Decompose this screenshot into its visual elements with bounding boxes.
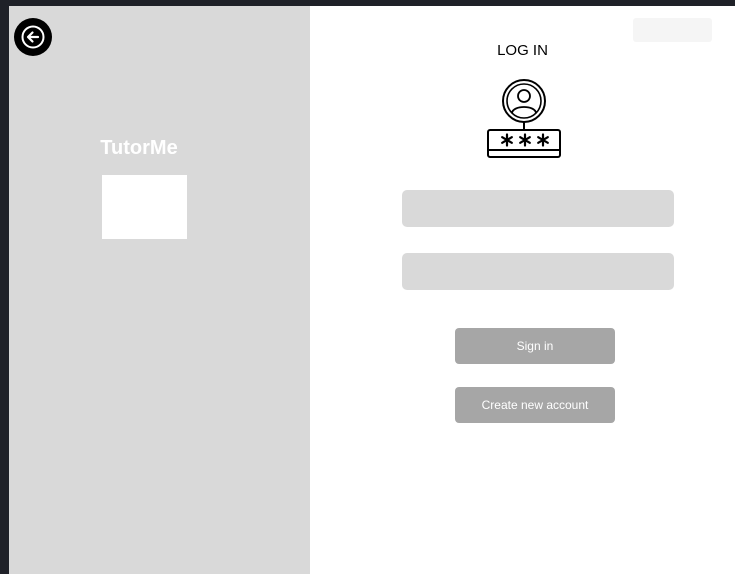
- sign-in-button[interactable]: Sign in: [455, 328, 615, 364]
- top-right-placeholder: [633, 18, 712, 42]
- password-field[interactable]: [402, 253, 674, 290]
- arrow-left-icon: [21, 25, 45, 49]
- user-password-icon: [487, 79, 561, 158]
- create-account-button[interactable]: Create new account: [455, 387, 615, 423]
- back-button[interactable]: [14, 18, 52, 56]
- page-title: LOG IN: [497, 42, 548, 59]
- username-field[interactable]: [402, 190, 674, 227]
- app-frame: TutorMe LOG IN Sign in Create new accoun…: [9, 6, 735, 574]
- left-panel: TutorMe: [9, 6, 310, 574]
- brand-title: TutorMe: [100, 137, 178, 159]
- logo-placeholder: [102, 175, 187, 239]
